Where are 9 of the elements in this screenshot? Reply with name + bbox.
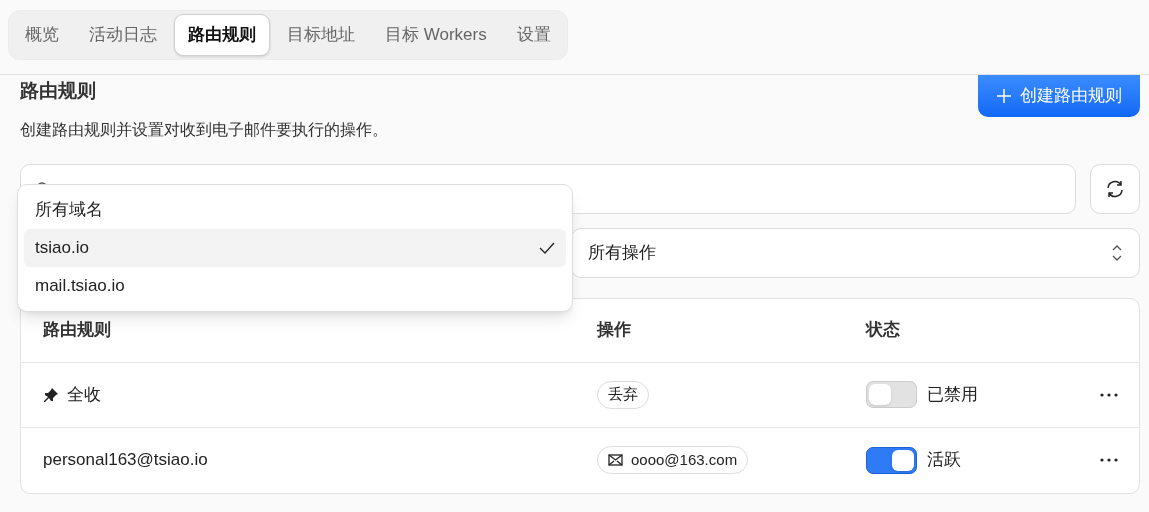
rule-name: personal163@tsiao.io xyxy=(43,449,208,472)
section-title: 路由规则 xyxy=(20,79,97,103)
column-header: 操作 xyxy=(597,320,631,340)
status-label: 已禁用 xyxy=(927,383,978,406)
rule-name: 全收 xyxy=(67,383,101,406)
column-header: 路由规则 xyxy=(43,320,111,340)
column-header: 状态 xyxy=(866,320,900,340)
status-label: 活跃 xyxy=(927,449,961,472)
section-description: 创建路由规则并设置对收到电子邮件要执行的操作。 xyxy=(20,119,388,140)
